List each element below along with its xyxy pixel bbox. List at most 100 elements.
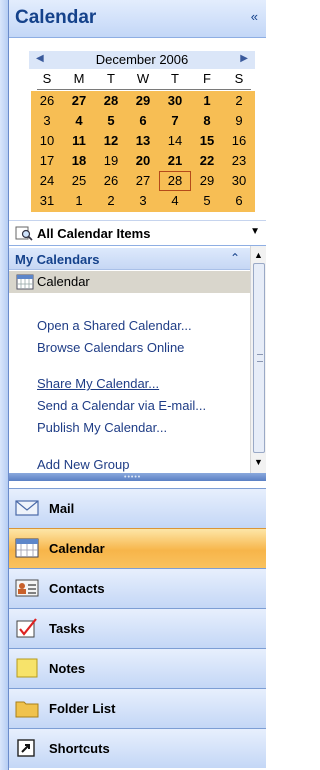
day-cell[interactable]: 2 (223, 91, 255, 111)
nav-button-shortcuts[interactable]: Shortcuts (9, 728, 266, 768)
day-cell[interactable]: 6 (223, 191, 255, 211)
day-grid: 26 27 28 29 30 1 2 3 4 5 6 7 8 9 10 11 12 13 14 15 16 17 18 19 2… (31, 91, 255, 212)
day-cell[interactable]: 31 (31, 191, 63, 211)
nav-button-label: Tasks (49, 621, 85, 636)
weekday-label: M (73, 71, 85, 86)
folder-icon (15, 701, 39, 718)
scroll-thumb[interactable] (253, 263, 265, 453)
day-cell[interactable]: 22 (191, 151, 223, 171)
day-cell[interactable]: 8 (191, 111, 223, 131)
day-cell[interactable]: 1 (63, 191, 95, 211)
search-icon (15, 226, 33, 241)
contacts-icon (15, 579, 39, 597)
day-cell[interactable]: 4 (63, 111, 95, 131)
all-calendar-items-label: All Calendar Items (37, 226, 151, 241)
day-cell[interactable]: 4 (159, 191, 191, 211)
day-cell[interactable]: 11 (63, 131, 95, 151)
pane-title: Calendar (15, 7, 97, 28)
day-cell[interactable]: 29 (127, 91, 159, 111)
day-cell[interactable]: 21 (159, 151, 191, 171)
weekday-header: S M T W T F S (31, 71, 255, 89)
notes-icon (16, 658, 38, 678)
day-cell[interactable]: 14 (159, 131, 191, 151)
day-cell[interactable]: 10 (31, 131, 63, 151)
nav-button-tasks[interactable]: Tasks (9, 608, 266, 648)
day-cell[interactable]: 16 (223, 131, 255, 151)
day-cell[interactable]: 19 (95, 151, 127, 171)
nav-button-label: Contacts (49, 581, 105, 596)
day-cell[interactable]: 9 (223, 111, 255, 131)
calendar-icon (15, 538, 39, 558)
weekday-label: S (234, 71, 244, 86)
date-navigator: ◀ December 2006 ▶ S M T W T F S 26 27 28 29… (9, 38, 266, 214)
mail-icon (15, 500, 39, 516)
day-cell[interactable]: 3 (127, 191, 159, 211)
day-cell[interactable]: 2 (95, 191, 127, 211)
nav-button-notes[interactable]: Notes (9, 648, 266, 688)
weekday-label: T (107, 71, 115, 86)
navigation-pane: Calendar « ◀ December 2006 ▶ S M T W T F… (8, 0, 266, 770)
my-calendars-header[interactable]: My Calendars ⌃ (9, 248, 250, 270)
publish-my-calendar-link[interactable]: Publish My Calendar... (37, 420, 167, 435)
send-calendar-email-link[interactable]: Send a Calendar via E-mail... (37, 398, 206, 413)
day-cell[interactable]: 7 (159, 111, 191, 131)
nav-button-label: Calendar (49, 541, 105, 556)
add-new-group-link[interactable]: Add New Group (37, 457, 130, 472)
month-header: ◀ December 2006 ▶ (29, 51, 255, 69)
day-cell[interactable]: 30 (159, 91, 191, 111)
scroll-up-icon[interactable]: ▲ (254, 250, 263, 260)
next-month-icon[interactable]: ▶ (240, 53, 248, 64)
day-cell[interactable]: 17 (31, 151, 63, 171)
day-cell[interactable]: 28 (95, 91, 127, 111)
nav-button-label: Notes (49, 661, 86, 676)
weekday-divider (37, 89, 251, 90)
day-cell[interactable]: 6 (127, 111, 159, 131)
weekday-label: F (203, 71, 211, 86)
collapse-group-icon[interactable]: ⌃ (230, 251, 240, 265)
day-cell[interactable]: 18 (63, 151, 95, 171)
day-cell[interactable]: 5 (191, 191, 223, 211)
weekday-label: T (171, 71, 179, 86)
calendar-folder-label: Calendar (37, 274, 90, 289)
nav-button-calendar[interactable]: Calendar (9, 528, 266, 568)
today-cell[interactable]: 28 (159, 171, 191, 191)
day-cell[interactable]: 13 (127, 131, 159, 151)
open-shared-calendar-link[interactable]: Open a Shared Calendar... (37, 318, 192, 333)
day-cell[interactable]: 15 (191, 131, 223, 151)
nav-button-contacts[interactable]: Contacts (9, 568, 266, 608)
share-my-calendar-link[interactable]: Share My Calendar... (37, 376, 159, 391)
day-cell[interactable]: 23 (223, 151, 255, 171)
day-cell[interactable]: 29 (191, 171, 223, 191)
dropdown-icon[interactable]: ▼ (250, 226, 260, 237)
nav-button-label: Shortcuts (49, 741, 110, 756)
tasks-icon (16, 618, 37, 638)
day-cell[interactable]: 26 (95, 171, 127, 191)
calendar-folder-item[interactable]: Calendar (9, 271, 250, 293)
pane-splitter[interactable]: ••••• (9, 473, 266, 481)
my-calendars-label: My Calendars (15, 252, 100, 267)
weekday-label: W (136, 71, 150, 86)
browse-calendars-online-link[interactable]: Browse Calendars Online (37, 340, 184, 355)
pane-header: Calendar « (9, 0, 266, 38)
vertical-scrollbar[interactable]: ▲ ▼ (250, 246, 266, 473)
left-edge-strip (0, 0, 8, 770)
day-cell[interactable]: 25 (63, 171, 95, 191)
day-cell[interactable]: 1 (191, 91, 223, 111)
day-cell[interactable]: 3 (31, 111, 63, 131)
day-cell[interactable]: 27 (63, 91, 95, 111)
day-cell[interactable]: 12 (95, 131, 127, 151)
day-cell[interactable]: 24 (31, 171, 63, 191)
weekday-label: S (42, 71, 52, 86)
day-cell[interactable]: 5 (95, 111, 127, 131)
day-cell[interactable]: 27 (127, 171, 159, 191)
day-cell[interactable]: 20 (127, 151, 159, 171)
day-cell[interactable]: 26 (31, 91, 63, 111)
nav-button-mail[interactable]: Mail (9, 488, 266, 528)
all-calendar-items-selector[interactable]: All Calendar Items ▼ (9, 220, 266, 246)
scroll-down-icon[interactable]: ▼ (254, 457, 263, 467)
calendar-folder-list: My Calendars ⌃ Calendar Open a Shared Ca… (9, 246, 250, 473)
nav-button-label: Folder List (49, 701, 116, 716)
day-cell[interactable]: 30 (223, 171, 255, 191)
collapse-pane-icon[interactable]: « (251, 9, 258, 24)
nav-button-folder-list[interactable]: Folder List (9, 688, 266, 728)
